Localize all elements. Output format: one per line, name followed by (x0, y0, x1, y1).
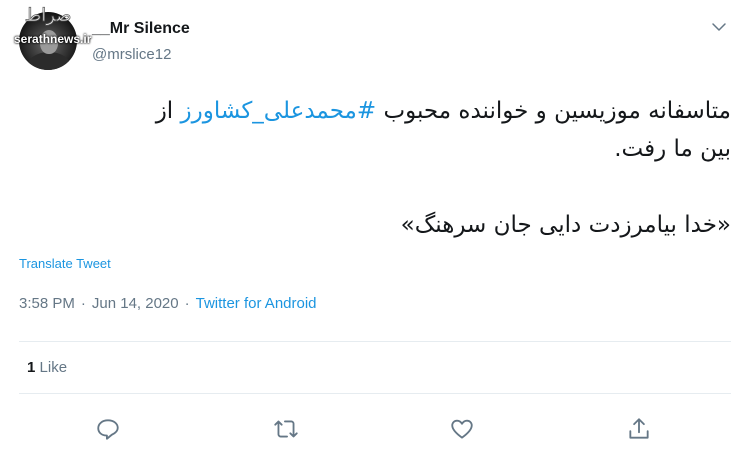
share-icon (629, 418, 649, 439)
heart-icon (451, 419, 473, 439)
more-options-button[interactable] (706, 14, 732, 40)
meta-separator: · (184, 295, 190, 312)
tweet-source-link[interactable]: Twitter for Android (196, 295, 317, 312)
likes-label: Like (39, 359, 68, 376)
tweet-spacer (19, 168, 731, 206)
tweet-time[interactable]: 3:58 PM (19, 295, 75, 312)
like-button[interactable] (447, 414, 477, 444)
tweet-card: صراط serathnews.ir __Mr Silence @mrslice… (0, 0, 748, 459)
likes-stat[interactable]: 1 Like (27, 359, 67, 376)
author-name-text: Mr Silence (109, 20, 190, 37)
divider (19, 393, 731, 394)
translate-tweet-link[interactable]: Translate Tweet (19, 256, 111, 271)
tweet-line-1-end: از (155, 98, 181, 124)
meta-separator: · (80, 295, 86, 312)
reply-button[interactable] (93, 414, 123, 444)
author-name-prefix: __ (92, 20, 110, 37)
reply-icon (97, 419, 119, 440)
author-handle[interactable]: @mrslice12 (92, 46, 171, 63)
share-button[interactable] (624, 414, 654, 444)
retweet-icon (274, 420, 298, 438)
watermark-site: serathnews.ir (14, 32, 92, 46)
chevron-down-icon (712, 23, 726, 31)
watermark-logo: صراط (24, 5, 72, 27)
tweet-line-3: «خدا بیامرزدت دایی جان سرهنگ» (400, 212, 731, 238)
tweet-line-2: بین ما رفت. (614, 136, 731, 162)
divider (19, 341, 731, 342)
retweet-button[interactable] (271, 414, 301, 444)
tweet-line-1: متاسفانه موزیسین و خواننده محبوب #محمدعل… (19, 92, 731, 130)
tweet-text: متاسفانه موزیسین و خواننده محبوب #محمدعل… (19, 92, 731, 244)
tweet-meta: 3:58 PM · Jun 14, 2020 · Twitter for And… (19, 295, 317, 312)
author-name[interactable]: __Mr Silence (92, 20, 190, 38)
avatar-shoulders (27, 52, 71, 70)
likes-count: 1 (27, 359, 36, 376)
tweet-date[interactable]: Jun 14, 2020 (92, 295, 179, 312)
hashtag-link[interactable]: #محمدعلی_کشاورز (181, 98, 377, 124)
tweet-line-1-start: متاسفانه موزیسین و خواننده محبوب (376, 98, 731, 124)
